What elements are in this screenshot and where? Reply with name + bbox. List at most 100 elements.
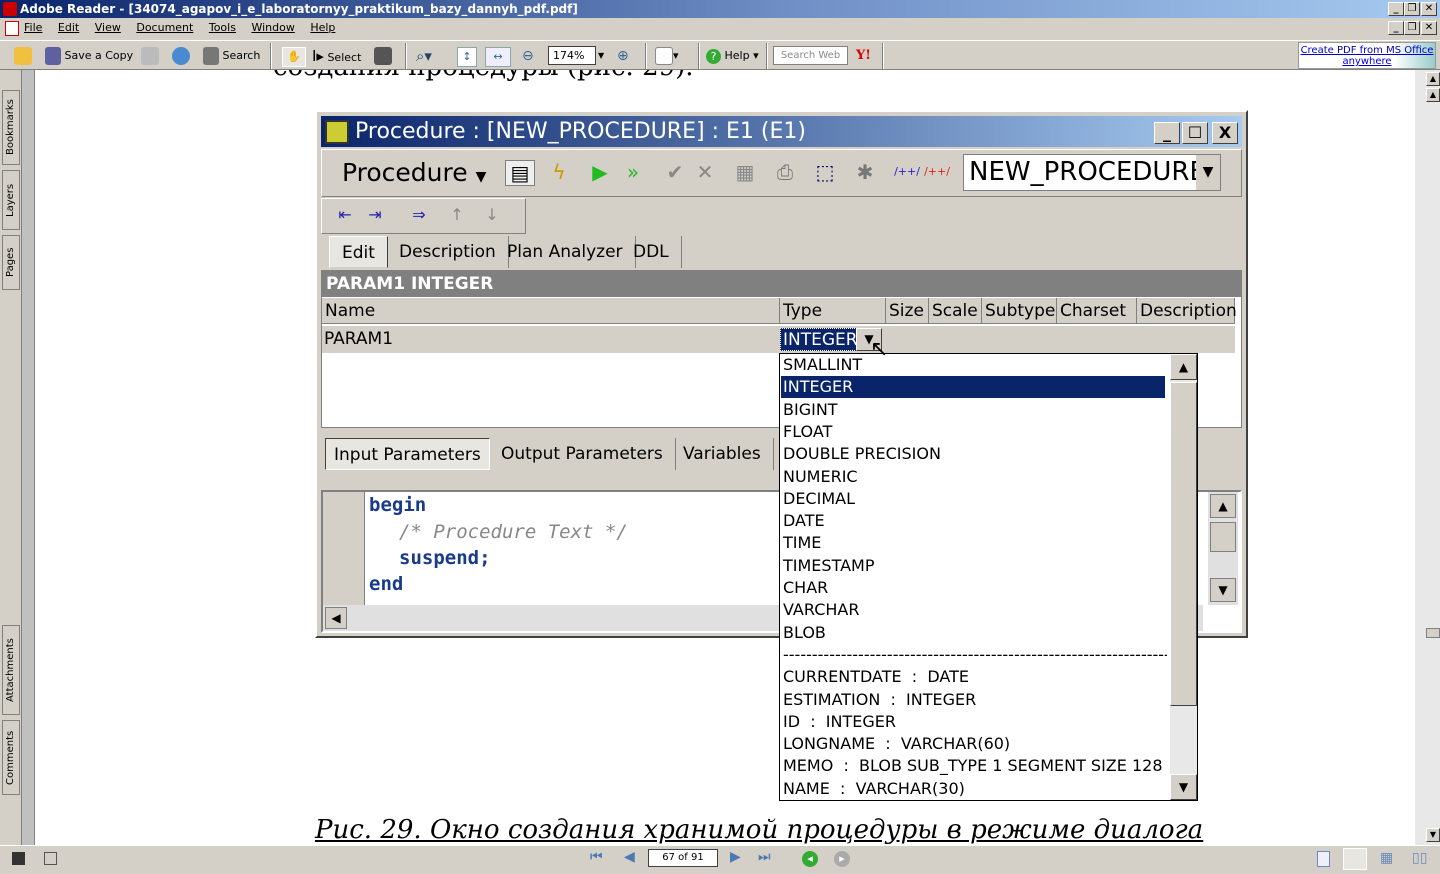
properties-icon[interactable]: ▤ [505, 160, 535, 186]
lightning-compile-icon[interactable]: ϟ [544, 160, 574, 184]
param-type-cell[interactable]: INTEGER [780, 328, 861, 351]
minimize-button[interactable]: _ [1388, 2, 1404, 16]
editor-scroll-up[interactable]: ▲ [1210, 494, 1236, 518]
zoom-out-button[interactable]: ⊖ [522, 47, 534, 67]
run-icon[interactable]: ▶ [585, 160, 615, 184]
scroll-thumb[interactable] [1426, 628, 1440, 638]
col-size[interactable]: Size [886, 298, 929, 324]
select-tool-button[interactable]: I▸ Select [312, 47, 361, 67]
rollback-x-icon[interactable]: ✕ [690, 160, 720, 184]
type-dropdown-list[interactable]: SMALLINT INTEGER BIGINT FLOAT DOUBLE PRECISI… [779, 353, 1198, 801]
print-button[interactable] [141, 47, 159, 67]
type-option[interactable]: INTEGER [781, 376, 1165, 399]
type-option[interactable]: DATE [783, 510, 825, 532]
delete-param-icon[interactable]: ⇒ [404, 203, 434, 227]
proc-minimize-button[interactable]: _ [1154, 122, 1180, 144]
dropdown-scroll-down[interactable]: ▼ [1170, 774, 1197, 800]
type-option[interactable]: TIMESTAMP [783, 555, 875, 577]
domain-option[interactable]: ESTIMATION : INTEGER [783, 689, 976, 711]
menu-tools[interactable]: Tools [209, 21, 236, 34]
zoom-in-button[interactable]: ⊕ [617, 47, 629, 67]
help-button[interactable]: ? Help ▾ [706, 47, 759, 67]
dropdown-scroll-up[interactable]: ▲ [1170, 354, 1197, 380]
zoom-in-tool-button[interactable]: ⌕▾ [416, 47, 432, 67]
domain-option[interactable]: MEMO : BLOB SUB_TYPE 1 SEGMENT SIZE 128 [783, 755, 1163, 777]
type-option[interactable]: VARCHAR [783, 599, 859, 621]
move-down-icon[interactable]: ↓ [477, 203, 507, 227]
search-button[interactable]: Search [203, 47, 260, 67]
menu-file[interactable]: File [24, 21, 42, 34]
type-option[interactable]: SMALLINT [783, 354, 862, 376]
scroll-left-button[interactable]: ◀ [325, 607, 347, 629]
move-up-icon[interactable]: ↑ [442, 203, 472, 227]
tab-ddl[interactable]: DDL [621, 236, 682, 268]
domain-option[interactable]: LONGNAME : VARCHAR(60) [783, 733, 1010, 755]
type-option[interactable]: BLOB [783, 622, 826, 644]
type-option[interactable]: DECIMAL [783, 488, 855, 510]
type-option[interactable]: NUMERIC [783, 466, 858, 488]
next-page-button[interactable]: ▶ [730, 849, 741, 865]
bookmarks-tab[interactable]: Bookmarks [2, 90, 20, 165]
single-page-icon[interactable] [1317, 851, 1330, 867]
col-type[interactable]: Type [780, 298, 886, 324]
fit-page-button[interactable]: ↕ [457, 47, 477, 67]
col-description[interactable]: Description [1137, 298, 1237, 324]
editor-scroll-thumb[interactable] [1210, 522, 1236, 552]
domain-option[interactable]: CURRENTDATE : DATE [783, 666, 969, 688]
proc-close-button[interactable]: X [1212, 122, 1238, 144]
tab-edit[interactable]: Edit [329, 236, 388, 268]
search-web-input[interactable]: Search Web [773, 46, 848, 65]
menu-document[interactable]: Document [136, 21, 193, 34]
comments-tab[interactable]: Comments [2, 720, 20, 795]
commit-check-icon[interactable]: ✔ [660, 160, 690, 184]
export-icon[interactable]: ⬚ [810, 160, 840, 184]
run-all-icon[interactable]: » [618, 160, 648, 184]
pages-tab[interactable]: Pages [2, 235, 20, 290]
go-forward-button[interactable]: ▸ [834, 851, 850, 867]
restore-button[interactable]: ❐ [1404, 2, 1420, 16]
create-pdf-link[interactable]: Create PDF from MS Office anywhere [1298, 42, 1436, 69]
comment-blue-icon[interactable]: /++/ [892, 160, 922, 184]
panel-splitter[interactable] [22, 70, 35, 845]
continuous-page-icon[interactable] [1343, 848, 1367, 870]
page-thumbnail-icon[interactable] [44, 852, 57, 865]
save-copy-button[interactable]: Save a Copy [45, 47, 133, 67]
zoom-dropdown[interactable]: ▼ [598, 47, 604, 67]
object-type-dropdown[interactable]: Procedure ▼ [342, 156, 486, 194]
param-name-cell[interactable]: PARAM1 [324, 326, 393, 353]
type-option[interactable]: BIGINT [783, 399, 838, 421]
tool-icon[interactable]: ✱ [850, 160, 880, 184]
type-option[interactable]: TIME [783, 532, 821, 554]
close-button[interactable]: ✕ [1421, 2, 1437, 16]
scroll-up-button[interactable]: ▲ [1426, 72, 1440, 86]
yahoo-button[interactable]: Y! [856, 47, 871, 67]
doc-close-button[interactable]: ✕ [1421, 21, 1437, 35]
attachments-tab[interactable]: Attachments [2, 625, 20, 715]
tab-plan-analyzer[interactable]: Plan Analyzer [495, 236, 636, 268]
previous-page-button[interactable]: ◀ [624, 849, 635, 865]
doc-restore-button[interactable]: ❐ [1404, 21, 1420, 35]
open-button[interactable] [14, 47, 32, 67]
col-scale[interactable]: Scale [929, 298, 982, 324]
scroll-down-button[interactable]: ▼ [1426, 828, 1440, 842]
menu-help[interactable]: Help [310, 21, 335, 34]
append-param-icon[interactable]: ⇥ [360, 203, 390, 227]
facing-pages-icon[interactable]: ▯▯ [1412, 850, 1427, 866]
type-option[interactable]: DOUBLE PRECISION [783, 443, 941, 465]
tab-description[interactable]: Description [387, 236, 509, 268]
table-row[interactable]: PARAM1 INTEGER ▼ [322, 326, 1235, 353]
insert-param-icon[interactable]: ⇤ [330, 203, 360, 227]
snapshot-button[interactable] [374, 47, 392, 67]
editor-vertical-scrollbar[interactable]: ▲ ▼ [1208, 492, 1238, 605]
col-subtype[interactable]: Subtype [982, 298, 1057, 324]
grid-icon[interactable]: ▦ [730, 160, 760, 184]
email-button[interactable] [172, 47, 190, 67]
tab-output-parameters[interactable]: Output Parameters [489, 438, 676, 470]
procedure-name-combo[interactable]: NEW_PROCEDURE ▼ [963, 154, 1221, 191]
combo-chevron-icon[interactable]: ▼ [1196, 155, 1220, 190]
fit-width-button[interactable]: ↔ [485, 47, 511, 67]
menu-view[interactable]: View [95, 21, 121, 34]
type-option[interactable]: FLOAT [783, 421, 832, 443]
last-page-button[interactable]: ⏭ [758, 849, 771, 865]
dropdown-scroll-thumb[interactable] [1170, 382, 1197, 706]
